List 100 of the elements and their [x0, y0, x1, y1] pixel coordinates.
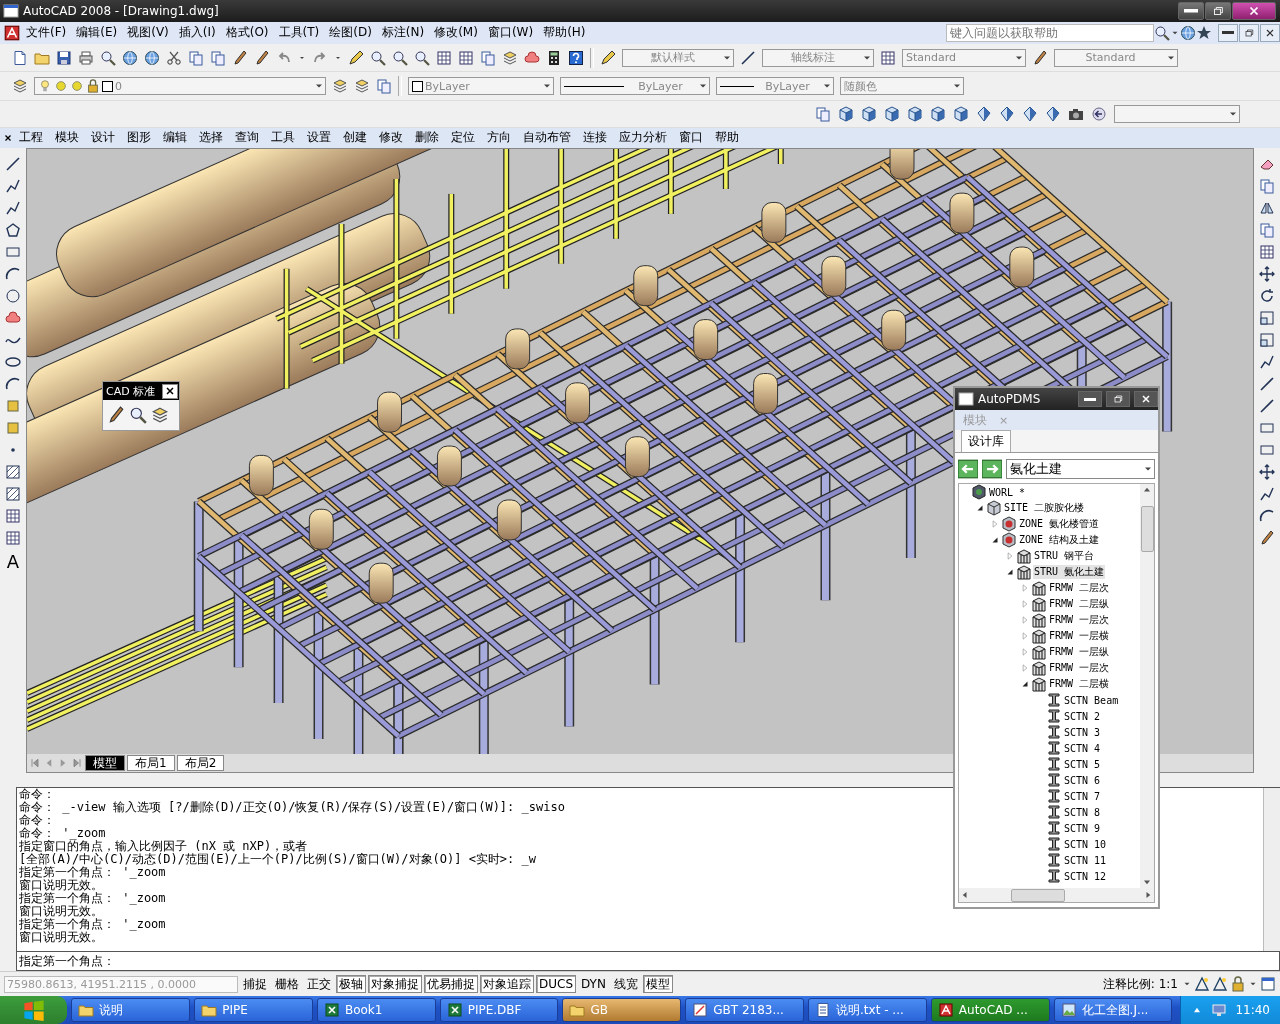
menu-item[interactable]: 窗口: [673, 129, 709, 147]
magnifier-icon[interactable]: [1154, 24, 1170, 41]
window-frame-icon[interactable]: [1260, 976, 1276, 993]
globe-icon[interactable]: [144, 49, 160, 66]
polyline-icon[interactable]: [1259, 353, 1275, 370]
menu-item[interactable]: 工具: [265, 129, 301, 147]
status-toggle[interactable]: 优易捕捉: [424, 975, 478, 994]
calculator-icon[interactable]: [546, 49, 562, 66]
text-tool-button[interactable]: A: [6, 551, 20, 572]
status-toggle[interactable]: DYN: [578, 975, 609, 994]
first-arrow-icon[interactable]: [29, 756, 41, 769]
menu-item[interactable]: 图形: [121, 129, 157, 147]
menu-item[interactable]: 模块: [49, 129, 85, 147]
taskbar-button[interactable]: AutoCAD ...: [930, 998, 1050, 1022]
pencil-icon[interactable]: [348, 49, 364, 66]
menu-item[interactable]: 格式(O): [220, 24, 274, 42]
line-icon[interactable]: [5, 155, 21, 172]
arc-icon[interactable]: [1259, 507, 1275, 524]
annotation-icon[interactable]: [1194, 976, 1210, 993]
layers-icon[interactable]: [502, 49, 518, 66]
scrollbar-thumb[interactable]: [1011, 888, 1065, 902]
magnifier-icon[interactable]: [100, 49, 116, 66]
menu-item[interactable]: 设计: [85, 129, 121, 147]
last-arrow-icon[interactable]: [71, 756, 83, 769]
new-file-icon[interactable]: [12, 49, 28, 66]
tree-item[interactable]: SCTN 10: [1063, 838, 1108, 850]
tree-item[interactable]: FRMW 二层次: [1048, 581, 1111, 595]
grid-icon[interactable]: [458, 49, 474, 66]
tree-item[interactable]: SCTN 7: [1063, 790, 1102, 802]
tree-item[interactable]: WORL *: [988, 486, 1027, 498]
arc-icon[interactable]: [5, 265, 21, 282]
back-icon[interactable]: [1091, 106, 1107, 123]
minimize-button[interactable]: [1078, 391, 1102, 407]
layers-icon[interactable]: [12, 78, 28, 95]
taskbar-button[interactable]: 化工全图.J...: [1053, 998, 1173, 1022]
pages-icon[interactable]: [815, 106, 831, 123]
right-arrow-icon[interactable]: [982, 459, 1002, 479]
menu-item[interactable]: 查询: [229, 129, 265, 147]
menu-item[interactable]: 选择: [193, 129, 229, 147]
block-icon[interactable]: [5, 419, 21, 436]
brush-icon[interactable]: [1032, 49, 1048, 66]
status-toggle[interactable]: DUCS: [536, 975, 577, 994]
brush-icon[interactable]: [232, 49, 248, 66]
tree-item[interactable]: SCTN 11: [1063, 854, 1108, 866]
tree-item[interactable]: FRMW 一层次: [1048, 661, 1111, 675]
close-button[interactable]: [162, 383, 178, 399]
menu-item[interactable]: 帮助(H): [538, 24, 591, 42]
pages-icon[interactable]: [480, 49, 496, 66]
menu-item[interactable]: 编辑(E): [71, 24, 123, 42]
tree-item[interactable]: ZONE 结构及土建: [1018, 533, 1101, 547]
menu-item[interactable]: 应力分析: [613, 129, 673, 147]
menu-item[interactable]: 连接: [577, 129, 613, 147]
cube-icon[interactable]: [907, 106, 923, 123]
status-toggle[interactable]: 对象捕捉: [368, 975, 422, 994]
left-arrow-icon[interactable]: [958, 459, 978, 479]
globe-icon[interactable]: [1180, 24, 1196, 41]
magnifier-icon[interactable]: [392, 49, 408, 66]
cube-icon[interactable]: [884, 106, 900, 123]
polyline-icon[interactable]: [5, 177, 21, 194]
save-icon[interactable]: [56, 49, 72, 66]
layers-icon[interactable]: [332, 78, 348, 95]
line-icon[interactable]: [740, 49, 756, 66]
magnifier-icon[interactable]: [370, 49, 386, 66]
menu-item[interactable]: 工程: [13, 129, 49, 147]
cube-icon[interactable]: [838, 106, 854, 123]
line-icon[interactable]: [1259, 375, 1275, 392]
tree-item[interactable]: ZONE 氨化楼管道: [1018, 517, 1101, 531]
menu-item[interactable]: 定位: [445, 129, 481, 147]
cube-icon[interactable]: [930, 106, 946, 123]
view-dropdown[interactable]: [1114, 105, 1240, 124]
pages-icon[interactable]: [188, 49, 204, 66]
menu-item[interactable]: 修改(M): [429, 24, 483, 42]
tree-item[interactable]: FRMW 二层纵: [1048, 597, 1111, 611]
tree-item[interactable]: SCTN 9: [1063, 822, 1102, 834]
tree-item[interactable]: SCTN Beam: [1063, 694, 1120, 706]
printer-icon[interactable]: [78, 49, 94, 66]
scrollbar-thumb[interactable]: [1140, 506, 1154, 552]
tree-item[interactable]: SCTN 5: [1063, 758, 1102, 770]
status-toggle[interactable]: 对象追踪: [480, 975, 534, 994]
close-button[interactable]: [1260, 23, 1280, 42]
diamond-icon[interactable]: [1045, 106, 1061, 123]
expanded-triangle-icon[interactable]: [1005, 567, 1015, 577]
minimize-button[interactable]: [1218, 23, 1238, 42]
tree-item[interactable]: SCTN 4: [1063, 742, 1102, 754]
polygon-icon[interactable]: [5, 221, 21, 238]
taskbar-button[interactable]: 说明.txt - ...: [808, 998, 927, 1022]
menu-item[interactable]: 文件(F): [21, 24, 72, 42]
taskbar-button[interactable]: PIPE: [194, 998, 313, 1022]
tree-item[interactable]: STRU 氨化土建: [1033, 565, 1106, 579]
layout-tab[interactable]: 布局1: [127, 754, 175, 771]
close-icon[interactable]: [3, 132, 13, 143]
polyline-icon[interactable]: [1259, 485, 1275, 502]
menu-item[interactable]: 设置: [301, 129, 337, 147]
help-search-field[interactable]: 键入问题以获取帮助: [946, 23, 1154, 42]
status-toggle[interactable]: 极轴: [336, 975, 366, 994]
brush-icon[interactable]: [254, 49, 270, 66]
hatch-icon[interactable]: [5, 485, 21, 502]
menu-item[interactable]: 修改: [373, 129, 409, 147]
magnifier-icon[interactable]: [414, 49, 430, 66]
cube-icon[interactable]: [861, 106, 877, 123]
